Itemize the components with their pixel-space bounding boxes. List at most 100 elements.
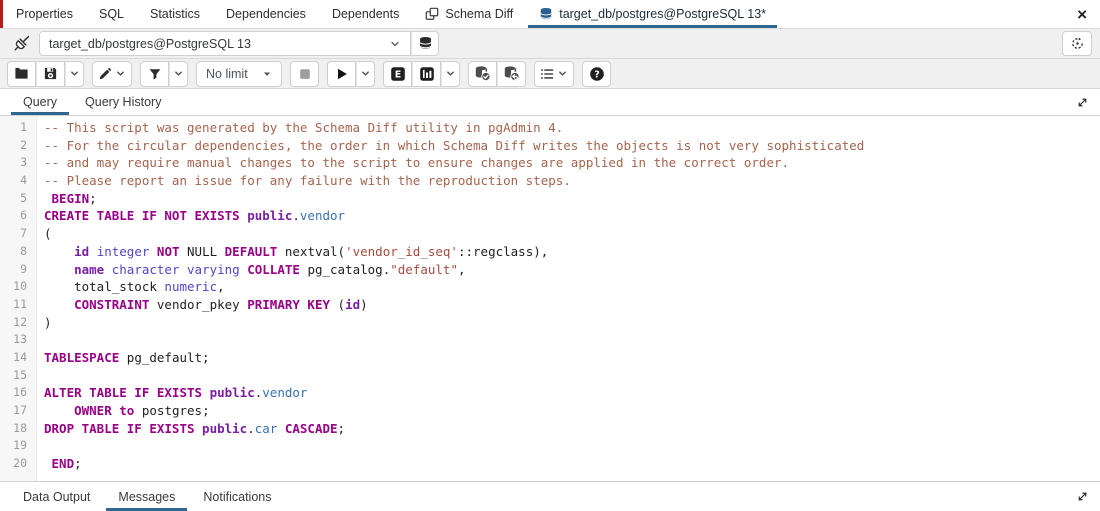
code-line[interactable]: [44, 437, 1100, 455]
explain-group: E: [383, 61, 460, 87]
help-button[interactable]: ?: [582, 61, 611, 87]
database-icon: [539, 7, 553, 21]
sql-editor[interactable]: 1234567891011121314151617181920 -- This …: [0, 116, 1100, 481]
expand-editor-button[interactable]: [1074, 94, 1091, 111]
stop-group: [290, 61, 319, 87]
help-group: ?: [582, 61, 611, 87]
line-number: 14: [0, 349, 27, 367]
explain-button[interactable]: E: [383, 61, 412, 87]
edit-button[interactable]: [92, 61, 132, 87]
line-number: 16: [0, 384, 27, 402]
query-tool-window: Properties SQL Statistics Dependencies D…: [0, 0, 1100, 511]
line-number: 3: [0, 154, 27, 172]
explain-analyze-icon: [419, 66, 435, 82]
tab-label: Dependents: [332, 7, 399, 21]
connection-status-button[interactable]: [8, 32, 34, 56]
code-line[interactable]: CREATE TABLE IF NOT EXISTS public.vendor: [44, 207, 1100, 225]
save-options-button[interactable]: [65, 61, 84, 87]
query-toolbar: No limit: [0, 59, 1100, 89]
chevron-down-icon: [115, 68, 126, 79]
line-number: 15: [0, 367, 27, 385]
execute-button[interactable]: [327, 61, 356, 87]
chevron-down-icon: [557, 68, 568, 79]
expand-results-button[interactable]: [1074, 488, 1091, 505]
line-number: 11: [0, 296, 27, 314]
save-button[interactable]: [36, 61, 65, 87]
tab-label: Statistics: [150, 7, 200, 21]
connection-group: target_db/postgres@PostgreSQL 13: [39, 31, 439, 56]
help-icon: ?: [589, 66, 605, 82]
line-number: 2: [0, 137, 27, 155]
tab-query-history[interactable]: Query History: [71, 89, 175, 115]
main-tab-bar: Properties SQL Statistics Dependencies D…: [0, 0, 1100, 29]
explain-options-button[interactable]: [441, 61, 460, 87]
code-line[interactable]: name character varying COLLATE pg_catalo…: [44, 261, 1100, 279]
svg-text:?: ?: [594, 69, 600, 80]
code-line[interactable]: -- Please report an issue for any failur…: [44, 172, 1100, 190]
tab-properties[interactable]: Properties: [3, 0, 86, 28]
chevron-down-icon: [69, 68, 80, 79]
explain-analyze-button[interactable]: [412, 61, 441, 87]
tab-query-tool-target-db[interactable]: target_db/postgres@PostgreSQL 13*: [526, 0, 779, 28]
code-line[interactable]: BEGIN;: [44, 190, 1100, 208]
code-line[interactable]: -- and may require manual changes to the…: [44, 154, 1100, 172]
refresh-button[interactable]: [1062, 31, 1092, 56]
code-line[interactable]: CONSTRAINT vendor_pkey PRIMARY KEY (id): [44, 296, 1100, 314]
tab-statistics[interactable]: Statistics: [137, 0, 213, 28]
line-number: 6: [0, 207, 27, 225]
code-line[interactable]: [44, 331, 1100, 349]
code-line[interactable]: -- For the circular dependencies, the or…: [44, 137, 1100, 155]
code-line[interactable]: DROP TABLE IF EXISTS public.car CASCADE;: [44, 420, 1100, 438]
tab-label: Messages: [118, 490, 175, 504]
line-number: 10: [0, 278, 27, 296]
line-number: 12: [0, 314, 27, 332]
tab-messages[interactable]: Messages: [104, 482, 189, 511]
code-line[interactable]: id integer NOT NULL DEFAULT nextval('ven…: [44, 243, 1100, 261]
connection-select[interactable]: target_db/postgres@PostgreSQL 13: [39, 31, 411, 56]
tab-query[interactable]: Query: [9, 89, 71, 115]
tab-schema-diff[interactable]: Schema Diff: [412, 0, 526, 28]
code-line[interactable]: (: [44, 225, 1100, 243]
filter-options-button[interactable]: [169, 61, 188, 87]
line-number-gutter: 1234567891011121314151617181920: [0, 116, 37, 481]
connection-label: target_db/postgres@PostgreSQL 13: [49, 37, 251, 51]
code-line[interactable]: END;: [44, 455, 1100, 473]
tab-sql[interactable]: SQL: [86, 0, 137, 28]
code-line[interactable]: [44, 367, 1100, 385]
tab-data-output[interactable]: Data Output: [9, 482, 104, 511]
tab-dependents[interactable]: Dependents: [319, 0, 412, 28]
new-connection-button[interactable]: [411, 31, 439, 56]
database-icon: [418, 36, 433, 51]
macro-button[interactable]: [534, 61, 574, 87]
svg-text:E: E: [394, 69, 401, 80]
tab-label: SQL: [99, 7, 124, 21]
connection-status-icon: [13, 35, 30, 52]
line-number: 5: [0, 190, 27, 208]
tab-dependencies[interactable]: Dependencies: [213, 0, 319, 28]
rollback-button[interactable]: [497, 61, 526, 87]
tab-notifications[interactable]: Notifications: [189, 482, 285, 511]
tab-label: Schema Diff: [445, 7, 513, 21]
sql-code[interactable]: -- This script was generated by the Sche…: [37, 116, 1100, 481]
open-file-button[interactable]: [7, 61, 36, 87]
transaction-group: [468, 61, 526, 87]
code-line[interactable]: total_stock numeric,: [44, 278, 1100, 296]
chevron-down-icon: [173, 68, 184, 79]
execute-options-button[interactable]: [356, 61, 375, 87]
row-limit-select[interactable]: No limit: [196, 61, 282, 87]
code-line[interactable]: OWNER to postgres;: [44, 402, 1100, 420]
code-line[interactable]: ): [44, 314, 1100, 332]
filter-button[interactable]: [140, 61, 169, 87]
close-icon[interactable]: ×: [1073, 4, 1091, 25]
stop-button[interactable]: [290, 61, 319, 87]
execute-group: [327, 61, 375, 87]
filter-icon: [148, 67, 162, 81]
commit-button[interactable]: [468, 61, 497, 87]
row-limit-value: No limit: [206, 67, 248, 81]
stop-icon: [298, 67, 312, 81]
code-line[interactable]: -- This script was generated by the Sche…: [44, 119, 1100, 137]
line-number: 9: [0, 261, 27, 279]
execute-play-icon: [335, 67, 349, 81]
code-line[interactable]: ALTER TABLE IF EXISTS public.vendor: [44, 384, 1100, 402]
code-line[interactable]: TABLESPACE pg_default;: [44, 349, 1100, 367]
